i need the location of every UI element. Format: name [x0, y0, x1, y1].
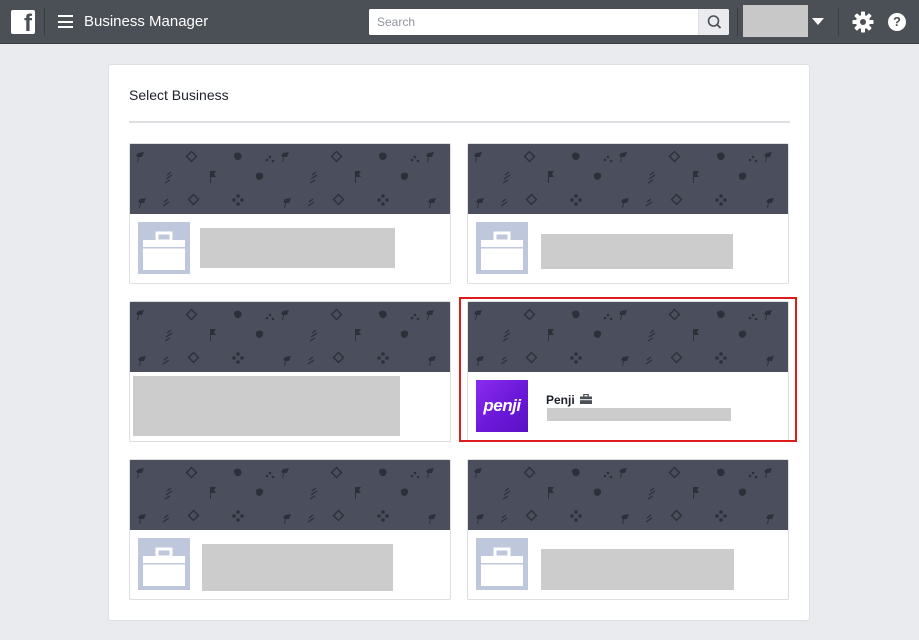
business-cover-image — [130, 302, 450, 372]
business-cover-image — [468, 302, 788, 372]
page-title: Select Business — [129, 87, 229, 103]
business-card-penji[interactable]: penji Penji — [467, 301, 789, 442]
business-card[interactable] — [129, 143, 451, 284]
select-business-panel: Select Business penji Penji — [108, 64, 810, 621]
redacted-business-name — [202, 544, 393, 591]
redacted-business-subtitle — [547, 408, 731, 421]
business-cover-image — [468, 144, 788, 214]
redacted-business-name — [541, 234, 733, 269]
app-title[interactable]: Business Manager — [84, 14, 208, 30]
topbar-divider — [737, 8, 738, 36]
business-cover-image — [468, 460, 788, 530]
business-cover-image — [130, 460, 450, 530]
briefcase-placeholder-icon — [476, 222, 528, 274]
penji-logo: penji — [476, 380, 528, 432]
topbar-divider — [44, 8, 45, 36]
help-icon[interactable]: ? — [888, 13, 906, 31]
briefcase-placeholder-icon — [138, 538, 190, 590]
title-divider — [129, 121, 790, 123]
account-avatar[interactable] — [743, 5, 808, 37]
briefcase-placeholder-icon — [138, 222, 190, 274]
briefcase-icon — [580, 394, 592, 404]
caret-down-icon[interactable] — [812, 18, 824, 25]
topbar-divider — [838, 8, 839, 36]
redacted-business-name — [200, 228, 395, 268]
gear-icon[interactable] — [852, 11, 874, 33]
menu-icon[interactable] — [58, 15, 73, 28]
business-name: Penji — [546, 393, 575, 407]
briefcase-placeholder-icon — [476, 538, 528, 590]
business-card[interactable] — [129, 301, 451, 442]
redacted-business-name — [541, 549, 734, 590]
facebook-logo-icon[interactable]: f — [11, 10, 35, 36]
search-button[interactable] — [698, 9, 729, 35]
top-navigation-bar: f Business Manager ? — [0, 0, 919, 44]
search-input[interactable] — [369, 9, 698, 35]
business-card[interactable] — [467, 143, 789, 284]
business-card[interactable] — [129, 459, 451, 600]
search-icon — [707, 15, 722, 29]
business-cover-image — [130, 144, 450, 214]
business-card-body: penji Penji — [468, 372, 788, 441]
redacted-business-info — [133, 376, 400, 436]
search-box — [369, 9, 729, 35]
business-card[interactable] — [467, 459, 789, 600]
